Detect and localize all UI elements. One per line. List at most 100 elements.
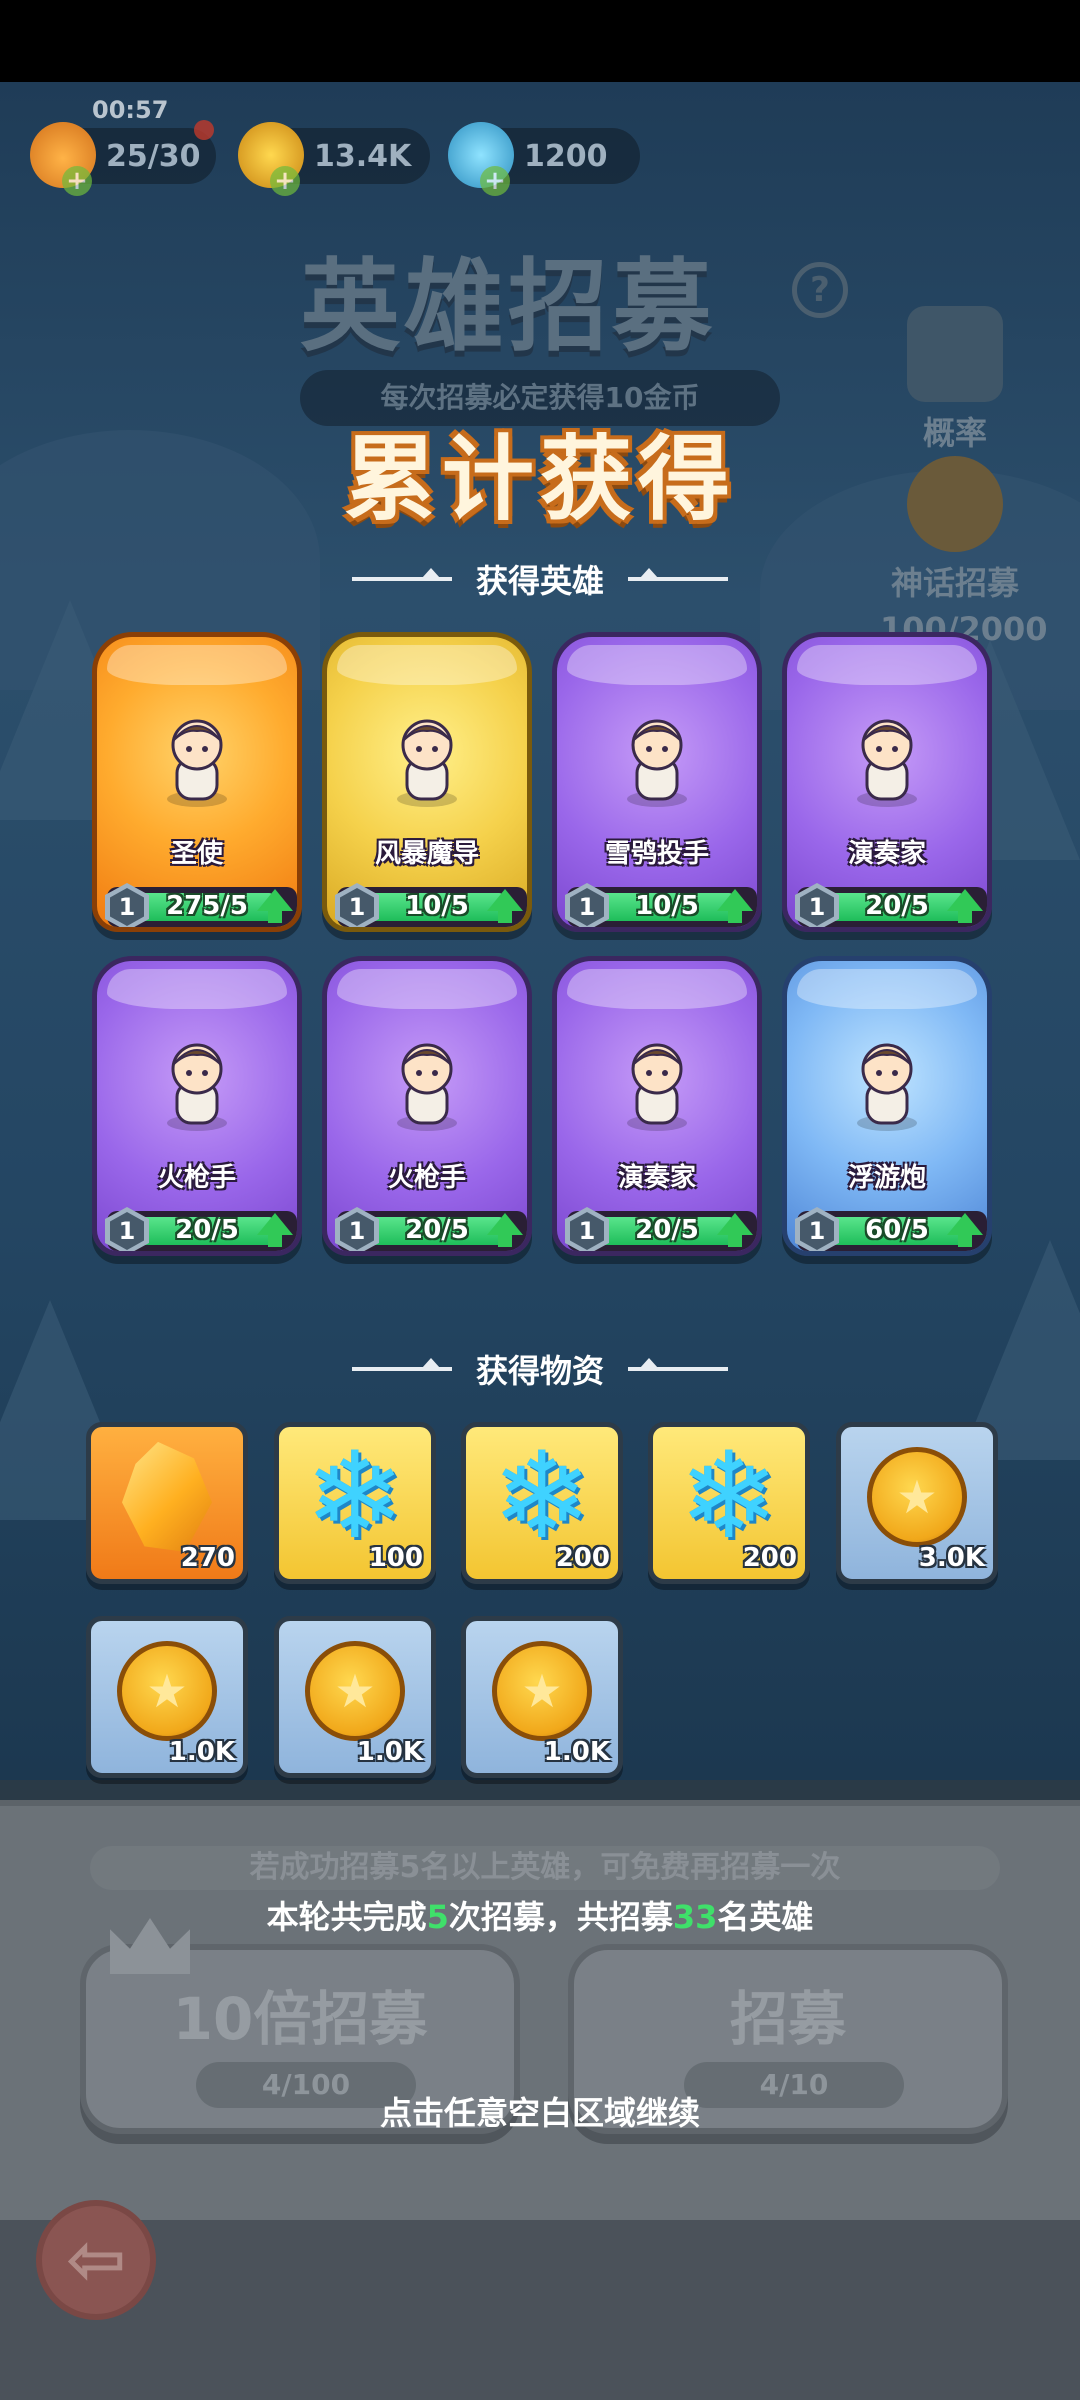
back-arrow-icon[interactable]: ⇦	[36, 2200, 156, 2320]
energy-counter[interactable]: + 25/30	[30, 120, 216, 196]
reward-item[interactable]: ★ 1.0K	[274, 1616, 436, 1778]
hero-card-frame: 圣使 275/5 1	[92, 632, 302, 932]
divider-right	[628, 1358, 728, 1371]
snowflake-gem-icon: ❄	[304, 1426, 406, 1566]
gold-coin-icon: ★	[492, 1640, 592, 1741]
level-up-arrow-icon	[947, 1213, 983, 1247]
hero-shard-count: 10/5	[635, 891, 699, 921]
hero-level: 1	[570, 1212, 604, 1250]
heroes-section-title: 获得英雄	[0, 556, 1080, 602]
heroes-section-label: 获得英雄	[475, 562, 604, 600]
hero-shard-bar: 20/5 1	[565, 1207, 757, 1251]
hero-card-frame: 雪鸮投手 10/5 1	[552, 632, 762, 932]
hero-shard-bar: 60/5 1	[795, 1207, 987, 1251]
continue-hint: 点击任意空白区域继续	[379, 2094, 700, 2132]
add-gem-icon[interactable]: +	[480, 166, 510, 196]
hero-shard-count: 60/5	[865, 1215, 929, 1245]
bard-hero-icon	[609, 1031, 705, 1135]
hero-card[interactable]: 浮游炮 60/5 1	[782, 956, 992, 1256]
hero-card[interactable]: 演奏家 20/5 1	[552, 956, 762, 1256]
hero-card-frame: 火枪手 20/5 1	[92, 956, 302, 1256]
hero-shard-bar: 10/5 1	[565, 883, 757, 927]
reward-item[interactable]: ❄ 200	[461, 1422, 623, 1584]
game-screen[interactable]: 00:57 + 25/30 + 13.4K + 1200 英雄招募 ? 每次招募…	[0, 0, 1080, 2400]
hero-shard-bar: 10/5 1	[335, 883, 527, 927]
summary-suffix: 名英雄	[717, 1898, 814, 1936]
divider-left	[351, 1358, 452, 1371]
hero-level: 1	[340, 1212, 374, 1250]
reward-item[interactable]: ★ 1.0K	[461, 1616, 623, 1778]
hero-level: 1	[110, 888, 144, 926]
add-energy-icon[interactable]: +	[62, 166, 92, 196]
summary-rounds: 5	[426, 1898, 449, 1936]
energy-value: 25/30	[106, 138, 201, 174]
level-up-arrow-icon	[947, 889, 983, 923]
bottom-bar	[0, 2220, 1080, 2400]
hero-portrait	[397, 719, 457, 807]
hero-name: 演奏家	[847, 839, 926, 869]
timer-text: 00:57	[92, 96, 169, 124]
reward-item[interactable]: 270	[86, 1422, 248, 1584]
level-up-arrow-icon	[717, 1213, 753, 1247]
hero-name: 圣使	[170, 839, 223, 869]
gold-value: 13.4K	[314, 138, 412, 174]
hero-shard-bar: 20/5 1	[795, 883, 987, 927]
reward-item[interactable]: ★ 1.0K	[86, 1616, 248, 1778]
hero-card[interactable]: 风暴魔导 10/5 1	[322, 632, 532, 932]
hero-level: 1	[340, 888, 374, 926]
summary-middle: 次招募，共招募	[448, 1898, 673, 1936]
items-section-title: 获得物资	[0, 1346, 1080, 1392]
level-up-arrow-icon	[717, 889, 753, 923]
hero-name: 火枪手	[157, 1163, 236, 1193]
reward-quantity: 270	[180, 1543, 235, 1573]
hero-shard-count: 275/5	[166, 891, 248, 921]
popup-headline: 累计获得	[343, 426, 736, 533]
reward-item[interactable]: ★ 3.0K	[836, 1422, 998, 1584]
hero-name: 风暴魔导	[374, 839, 479, 869]
hero-card[interactable]: 圣使 275/5 1	[92, 632, 302, 932]
gold-coin-icon: ★	[305, 1640, 405, 1741]
hero-card[interactable]: 火枪手 20/5 1	[92, 956, 302, 1256]
angel-hero-icon	[149, 707, 245, 811]
reward-quantity: 200	[742, 1543, 797, 1573]
reward-quantity: 1.0K	[356, 1737, 423, 1767]
bard-hero-icon	[839, 707, 935, 811]
gold-counter[interactable]: + 13.4K	[238, 122, 430, 196]
reward-quantity: 1.0K	[543, 1737, 610, 1767]
divider-left	[351, 568, 452, 581]
add-gold-icon[interactable]: +	[270, 166, 300, 196]
gem-counter[interactable]: + 1200	[448, 122, 640, 196]
hero-portrait	[857, 1043, 917, 1131]
summary-heroes: 33	[672, 1898, 718, 1936]
reward-quantity: 1.0K	[168, 1737, 235, 1767]
free-recruit-note: 若成功招募5名以上英雄，可免费再招募一次	[90, 1846, 1000, 1890]
snowflake-gem-icon: ❄	[678, 1426, 780, 1566]
help-icon[interactable]: ?	[792, 262, 848, 318]
items-section-label: 获得物资	[475, 1352, 604, 1390]
hero-portrait	[167, 1043, 227, 1131]
hero-level: 1	[800, 888, 834, 926]
reward-item[interactable]: ❄ 100	[274, 1422, 436, 1584]
hero-shard-count: 20/5	[865, 891, 929, 921]
hero-card[interactable]: 火枪手 20/5 1	[322, 956, 532, 1256]
hero-shard-count: 20/5	[175, 1215, 239, 1245]
floating-cannon-hero-icon	[839, 1031, 935, 1135]
hero-portrait	[857, 719, 917, 807]
hero-card[interactable]: 演奏家 20/5 1	[782, 632, 992, 932]
ten-recruit-label: 10倍招募	[172, 1985, 428, 2053]
amber-crystal-icon	[122, 1441, 212, 1552]
document-icon	[907, 306, 1003, 402]
hero-shard-count: 10/5	[405, 891, 469, 921]
reward-quantity: 3.0K	[918, 1543, 985, 1573]
reward-item[interactable]: ❄ 200	[648, 1422, 810, 1584]
gold-coin-icon: ★	[867, 1446, 967, 1547]
storm-wizard-hero-icon	[379, 707, 475, 811]
gold-coin-icon: ★	[117, 1640, 217, 1741]
hero-shard-bar: 20/5 1	[105, 1207, 297, 1251]
hero-card[interactable]: 雪鸮投手 10/5 1	[552, 632, 762, 932]
hero-card-frame: 演奏家 20/5 1	[552, 956, 762, 1256]
level-up-arrow-icon	[487, 1213, 523, 1247]
reward-quantity: 100	[368, 1543, 423, 1573]
recruit-label: 招募	[729, 1985, 846, 2053]
snow-owl-hero-icon	[609, 707, 705, 811]
